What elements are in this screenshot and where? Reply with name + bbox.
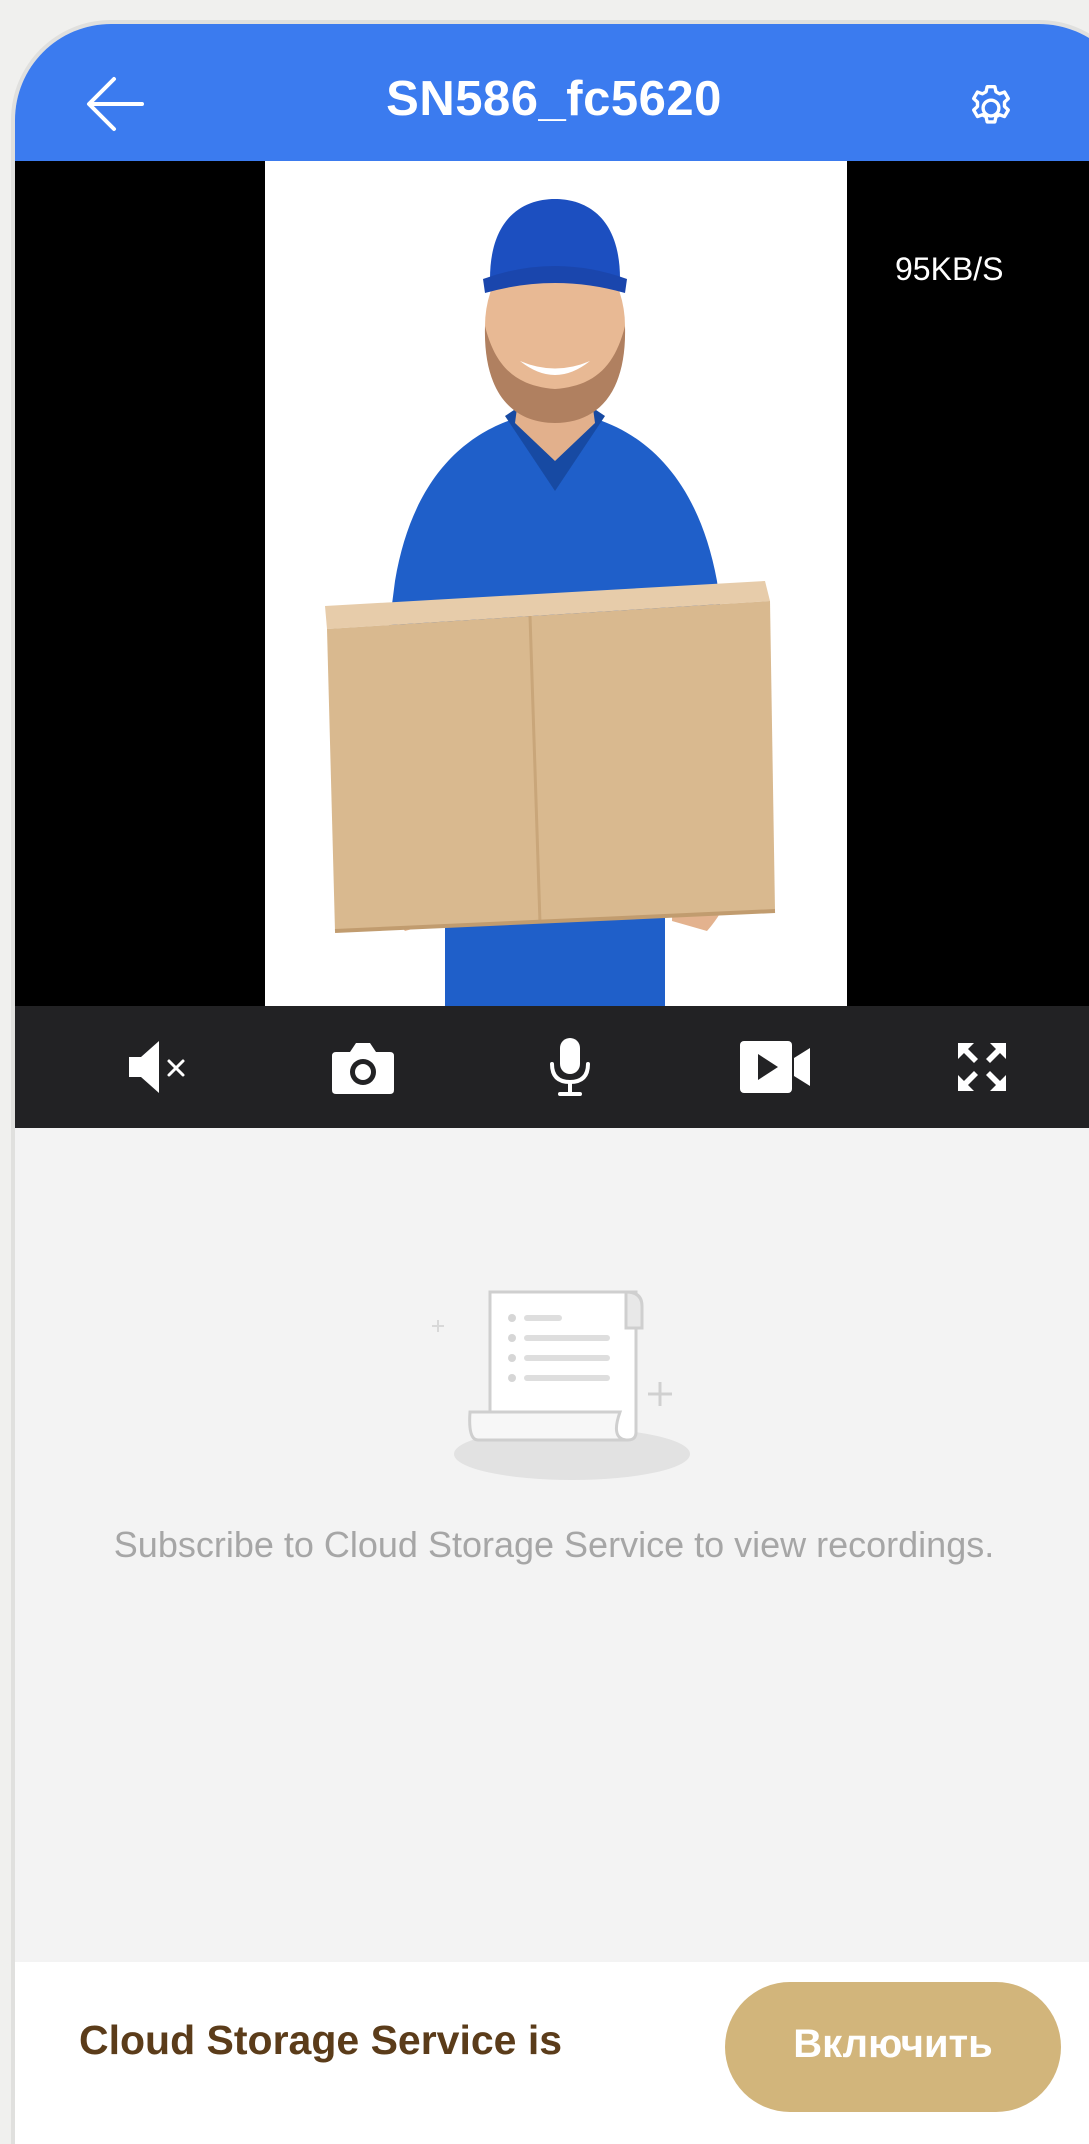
document-scroll-icon — [432, 1290, 690, 1480]
live-video-view[interactable]: 95KB/S — [15, 161, 1089, 1006]
settings-button[interactable] — [955, 72, 1027, 144]
record-button[interactable] — [732, 1024, 818, 1110]
record-video-icon — [740, 1041, 810, 1093]
camera-icon — [332, 1043, 394, 1094]
enable-button[interactable]: Включить — [725, 1982, 1061, 2112]
page-title: SN586_fc5620 — [386, 72, 722, 126]
promo-text: Cloud Storage Service is — [79, 2017, 563, 2063]
control-bar — [15, 1006, 1089, 1128]
app-screen: SN586_fc5620 95KB/S Subscribe to Cloud S… — [15, 24, 1089, 2144]
mute-icon — [129, 1041, 185, 1093]
gear-icon — [971, 84, 1011, 124]
cloud-storage-banner: Cloud Storage Service is Включить — [15, 1962, 1089, 2144]
microphone-icon — [550, 1038, 590, 1096]
fullscreen-button[interactable] — [939, 1024, 1025, 1110]
delivery-person-image — [265, 161, 847, 1006]
fullscreen-icon — [958, 1043, 1006, 1091]
talk-button[interactable] — [527, 1024, 613, 1110]
empty-state-illustration — [430, 1282, 700, 1482]
mute-button[interactable] — [115, 1024, 201, 1110]
camera-frame — [265, 161, 847, 1006]
top-bar: SN586_fc5620 — [15, 24, 1089, 161]
empty-state-message: Subscribe to Cloud Storage Service to vi… — [113, 1524, 995, 1565]
bitrate-indicator: 95KB/S — [895, 251, 1004, 287]
snapshot-button[interactable] — [320, 1024, 406, 1110]
